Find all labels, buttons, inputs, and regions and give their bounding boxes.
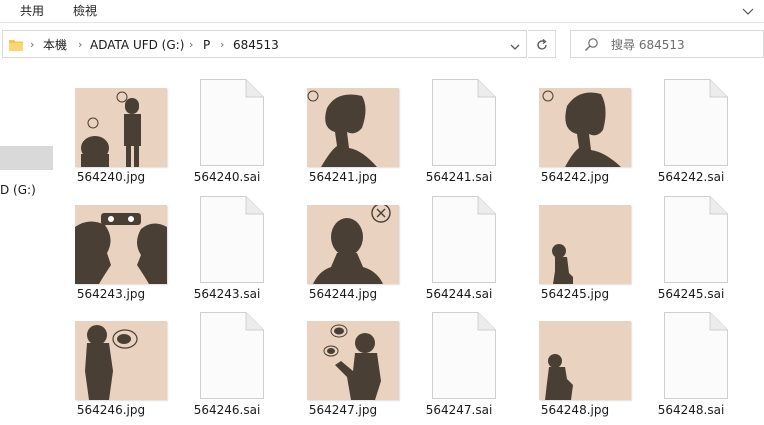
image-thumbnail: [539, 321, 631, 400]
generic-file-icon: [664, 79, 728, 166]
refresh-icon: [537, 39, 547, 50]
nav-item-drive[interactable]: D (G:): [0, 182, 36, 198]
file-name: 564248.jpg: [540, 403, 610, 417]
tab-share[interactable]: 共用: [20, 3, 44, 19]
file-item[interactable]: 564244.sai: [401, 181, 517, 301]
image-thumbnail: [75, 88, 167, 167]
breadcrumb-separator-icon: ›: [78, 38, 83, 51]
file-item[interactable]: 564240.jpg: [53, 64, 169, 184]
tab-view[interactable]: 檢視: [73, 3, 97, 19]
file-item[interactable]: 564248.jpg: [517, 297, 633, 417]
file-item[interactable]: 564241.jpg: [285, 64, 401, 184]
file-item[interactable]: 564245.jpg: [517, 181, 633, 301]
generic-file-icon: [200, 196, 264, 283]
file-item[interactable]: 564246.jpg: [53, 297, 169, 417]
file-name: 564246.jpg: [76, 403, 146, 417]
ribbon-tabs: 共用 檢視: [0, 0, 764, 23]
file-item[interactable]: 564248.sai: [633, 297, 749, 417]
search-placeholder: 搜尋 684513: [611, 38, 685, 52]
folder-icon: [9, 37, 23, 51]
file-item[interactable]: 564242.sai: [633, 64, 749, 184]
file-list: 564240.jpg 564240.sai 564241.jpg 564241.…: [53, 64, 764, 425]
image-thumbnail: [75, 205, 167, 284]
file-name: 564246.sai: [193, 403, 261, 417]
expand-ribbon-chevron-icon[interactable]: [740, 3, 756, 19]
file-item[interactable]: 564245.sai: [633, 181, 749, 301]
search-icon: [584, 37, 599, 52]
refresh-button[interactable]: [528, 30, 556, 58]
image-thumbnail: [539, 205, 631, 284]
breadcrumb-separator-icon: ›: [189, 38, 194, 51]
generic-file-icon: [432, 312, 496, 399]
image-thumbnail: [307, 321, 399, 400]
file-item[interactable]: 564247.jpg: [285, 297, 401, 417]
file-item[interactable]: 564246.sai: [169, 297, 285, 417]
generic-file-icon: [664, 196, 728, 283]
search-input[interactable]: 搜尋 684513: [570, 30, 764, 58]
image-thumbnail: [307, 88, 399, 167]
generic-file-icon: [432, 79, 496, 166]
generic-file-icon: [200, 312, 264, 399]
file-item[interactable]: 564244.jpg: [285, 181, 401, 301]
breadcrumb-folder-p[interactable]: P: [203, 37, 210, 53]
address-history-chevron-down-icon[interactable]: [509, 38, 521, 50]
navigation-pane: D (G:): [0, 64, 53, 425]
nav-item-selected[interactable]: [0, 146, 53, 170]
generic-file-icon: [200, 79, 264, 166]
file-item[interactable]: 564243.jpg: [53, 181, 169, 301]
breadcrumb-this-pc[interactable]: 本機: [43, 37, 67, 53]
image-thumbnail: [75, 321, 167, 400]
address-bar[interactable]: › 本機 › ADATA UFD (G:) › P › 684513: [2, 30, 527, 58]
file-explorer-window: 共用 檢視 › 本機 › ADATA UFD (G:) › P › 684513: [0, 0, 764, 425]
file-item[interactable]: 564243.sai: [169, 181, 285, 301]
file-name: 564247.jpg: [308, 403, 378, 417]
file-item[interactable]: 564247.sai: [401, 297, 517, 417]
file-item[interactable]: 564242.jpg: [517, 64, 633, 184]
generic-file-icon: [432, 196, 496, 283]
image-thumbnail: [307, 205, 399, 284]
file-item[interactable]: 564241.sai: [401, 64, 517, 184]
file-name: 564248.sai: [657, 403, 725, 417]
generic-file-icon: [664, 312, 728, 399]
breadcrumb-current-folder[interactable]: 684513: [233, 37, 279, 53]
image-thumbnail: [539, 88, 631, 167]
navigation-bar: › 本機 › ADATA UFD (G:) › P › 684513 搜尋 68…: [0, 23, 764, 64]
file-name: 564247.sai: [425, 403, 493, 417]
breadcrumb-separator-icon: ›: [220, 38, 225, 51]
breadcrumb-drive[interactable]: ADATA UFD (G:): [90, 37, 184, 53]
breadcrumb-separator-icon: ›: [30, 38, 35, 51]
file-item[interactable]: 564240.sai: [169, 64, 285, 184]
